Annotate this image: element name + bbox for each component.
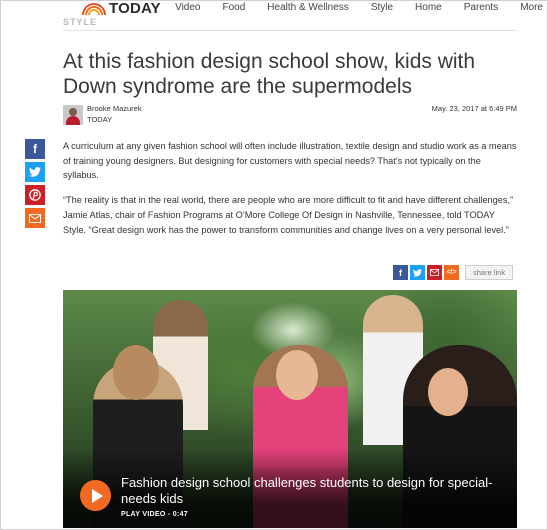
nav-link-health-wellness[interactable]: Health & Wellness [267,2,349,13]
nav-links: Video Food Health & Wellness Style Home … [175,2,543,13]
facebook-icon[interactable]: f [25,139,45,159]
nav-link-parents[interactable]: Parents [464,2,498,13]
nav-link-style[interactable]: Style [371,2,393,13]
nav-link-more[interactable]: More [520,2,543,13]
embed-icon[interactable]: </> [444,265,459,280]
logo-text: TODAY [109,0,161,17]
author-name[interactable]: Brooke Mazurek [87,104,142,113]
divider [63,30,517,31]
email-icon[interactable] [427,265,442,280]
facebook-icon[interactable]: f [393,265,408,280]
today-logo[interactable]: TODAY [81,0,161,17]
nav-link-home[interactable]: Home [415,2,442,13]
video-title[interactable]: Fashion design school challenges student… [121,475,501,507]
inline-share-bar: f </> share link [393,265,514,280]
video-player[interactable]: Fashion design school challenges student… [63,290,517,528]
author-outlet: TODAY [87,115,113,124]
share-link-button[interactable]: share link [465,265,514,280]
nav-link-video[interactable]: Video [175,2,200,13]
article-body: A curriculum at any given fashion school… [63,139,519,247]
nav-link-food[interactable]: Food [222,2,245,13]
play-button[interactable] [80,480,111,511]
paragraph: “The reality is that in the real world, … [63,195,514,235]
author-avatar[interactable] [63,105,83,125]
twitter-icon[interactable] [410,265,425,280]
email-icon[interactable] [25,208,45,228]
pinterest-icon[interactable] [25,185,45,205]
paragraph: A curriculum at any given fashion school… [63,141,517,181]
byline: Brooke Mazurek TODAY May. 23, 2017 at 6:… [63,104,517,126]
section-label[interactable]: STYLE [63,17,97,27]
share-rail: f [25,139,45,231]
twitter-icon[interactable] [25,162,45,182]
top-nav: TODAY Video Food Health & Wellness Style… [1,0,547,18]
video-duration: PLAY VIDEO - 0:47 [121,511,188,518]
publish-date: May. 23, 2017 at 6:49 PM [431,104,517,113]
article-headline: At this fashion design school show, kids… [63,50,476,98]
browser-page: TODAY Video Food Health & Wellness Style… [0,0,548,530]
play-icon [91,488,103,503]
sunrise-logo-icon [81,1,107,15]
